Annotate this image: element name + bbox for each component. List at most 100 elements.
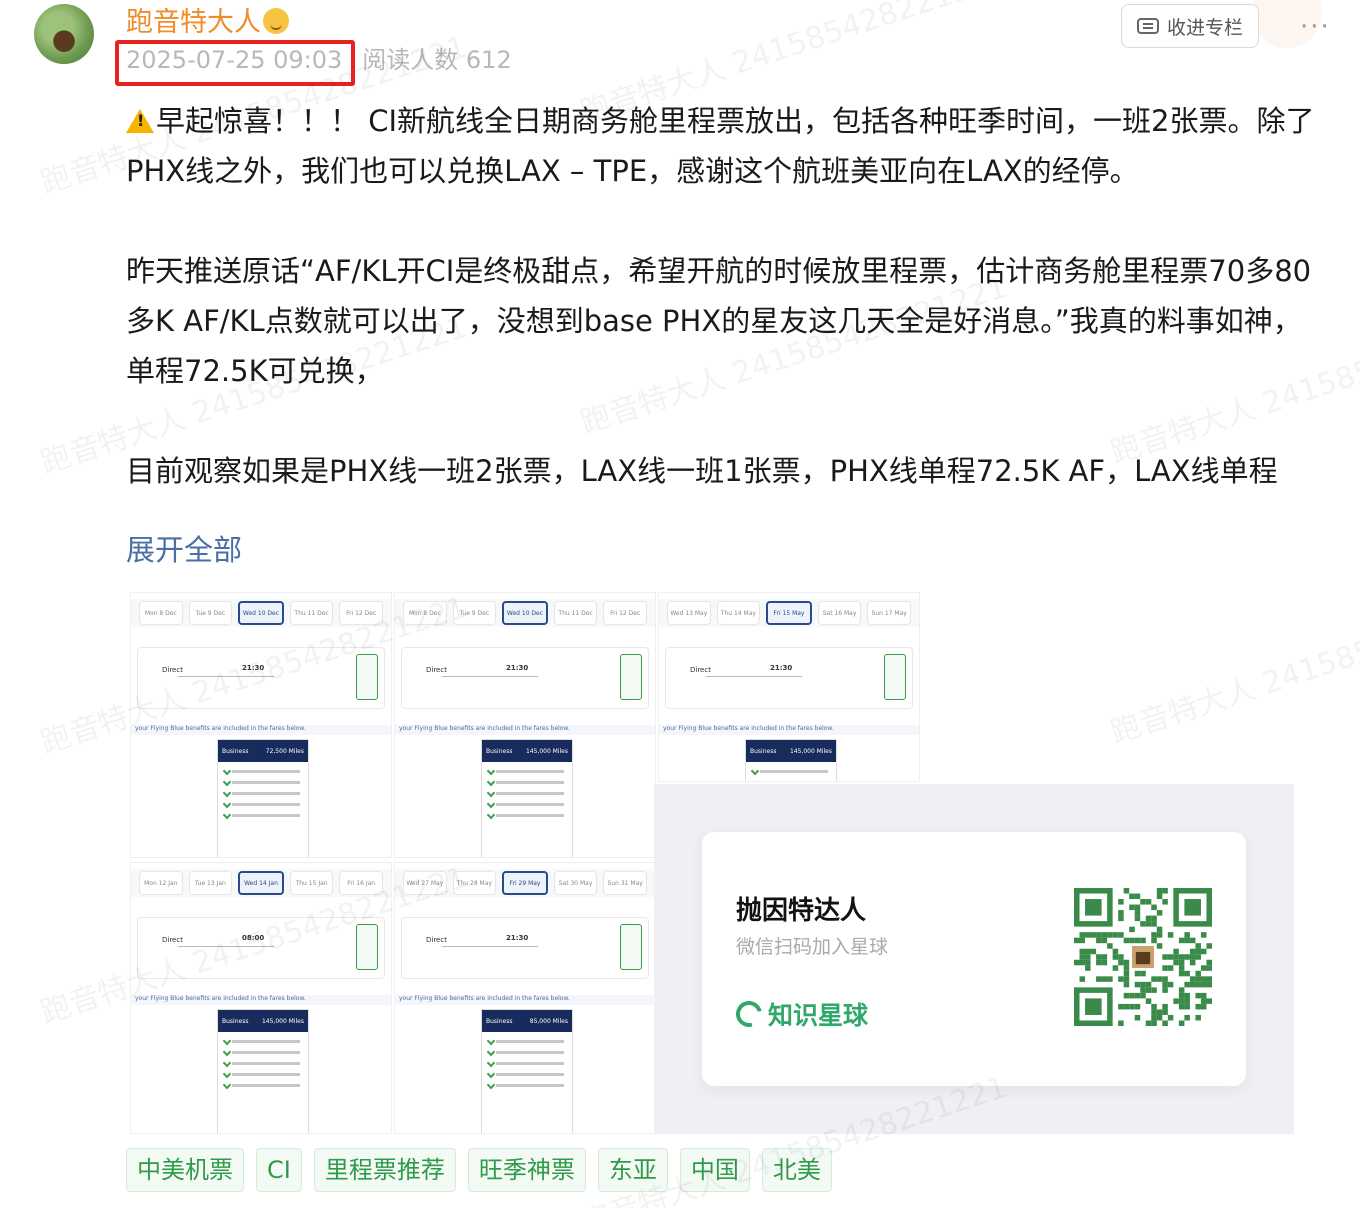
column-icon bbox=[1136, 18, 1159, 34]
fare-box bbox=[620, 654, 642, 700]
qr-card-title: 抛因特达人 bbox=[736, 896, 867, 926]
date-tab: Tue 9 Dec bbox=[452, 601, 497, 625]
date-tabs: Wed 27 May Thu 28 May Fri 29 May Sat 30 May… bbox=[395, 869, 655, 897]
booking-screenshot-1[interactable]: Mon 8 Dec Tue 9 Dec Wed 10 Dec Thu 11 Dec Fr… bbox=[130, 592, 392, 858]
direct-label: Direct bbox=[690, 666, 711, 674]
benefits-note: your Flying Blue benefits are included i… bbox=[131, 725, 391, 735]
included-item bbox=[232, 1084, 300, 1087]
included-item bbox=[496, 1084, 564, 1087]
date-tab: Wed 14 Jan bbox=[238, 871, 284, 895]
paragraph-3: 目前观察如果是PHX线一班2张票，LAX线一班1张票，PHX线单程72.5K A… bbox=[126, 454, 1278, 488]
topic-tag[interactable]: 里程票推荐 bbox=[313, 1148, 456, 1192]
route-line bbox=[706, 676, 802, 677]
arrival-time: 21:30 bbox=[506, 934, 529, 942]
flight-row: Direct 21:30 bbox=[665, 647, 913, 709]
fare-card-header: Business 72,500 Miles bbox=[218, 740, 308, 762]
route-line bbox=[442, 676, 538, 677]
date-tab: Thu 15 Jan bbox=[289, 871, 334, 895]
date-tab: Fri 12 Dec bbox=[339, 601, 383, 625]
booking-screenshot-5[interactable]: Wed 27 May Thu 28 May Fri 29 May Sat 30 May… bbox=[394, 862, 656, 1134]
date-tab: Thu 14 May bbox=[716, 601, 761, 625]
date-tab: Fri 16 Jan bbox=[339, 871, 383, 895]
topic-tag[interactable]: 旺季神票 bbox=[467, 1148, 586, 1192]
date-tab: Mon 8 Dec bbox=[403, 601, 447, 625]
miles-label: 85,000 Miles bbox=[529, 1017, 568, 1025]
topic-tag[interactable]: 东亚 bbox=[597, 1148, 668, 1192]
read-count: 阅读人数 612 bbox=[362, 46, 512, 74]
included-item bbox=[760, 781, 828, 782]
arrival-time: 21:30 bbox=[242, 664, 265, 672]
included-item bbox=[232, 770, 300, 773]
direct-label: Direct bbox=[162, 936, 183, 944]
cabin-label: Business bbox=[222, 747, 249, 755]
warning-icon bbox=[126, 109, 154, 133]
cabin-label: Business bbox=[486, 747, 513, 755]
included-item bbox=[496, 1040, 564, 1043]
avatar[interactable] bbox=[34, 4, 94, 64]
direct-label: Direct bbox=[162, 666, 183, 674]
date-tab: Tue 9 Dec bbox=[188, 601, 233, 625]
booking-screenshot-2[interactable]: Mon 8 Dec Tue 9 Dec Wed 10 Dec Thu 11 Dec Fr… bbox=[394, 592, 656, 858]
fare-box bbox=[620, 924, 642, 970]
date-tab: Fri 15 May bbox=[766, 601, 812, 625]
expand-all-link[interactable]: 展开全部 bbox=[126, 528, 242, 572]
included-item bbox=[232, 1051, 300, 1054]
collect-to-column-button[interactable]: 收进专栏 bbox=[1121, 4, 1259, 48]
qr-code-icon bbox=[1074, 888, 1212, 1026]
more-options-button[interactable]: ··· bbox=[1300, 12, 1331, 42]
direct-label: Direct bbox=[426, 666, 447, 674]
fare-card-header: Business 145,000 Miles bbox=[218, 1010, 308, 1032]
included-item bbox=[760, 770, 828, 773]
flight-row: Direct 21:30 bbox=[401, 917, 649, 979]
fare-card-header: Business 145,000 Miles bbox=[482, 740, 572, 762]
arrival-time: 08:00 bbox=[242, 934, 265, 942]
fare-box bbox=[356, 924, 378, 970]
date-tabs: Mon 8 Dec Tue 9 Dec Wed 10 Dec Thu 11 Dec Fr… bbox=[395, 599, 655, 627]
booking-screenshot-4[interactable]: Mon 12 Jan Tue 13 Jan Wed 14 Jan Thu 15 Jan… bbox=[130, 862, 392, 1134]
included-item bbox=[496, 814, 564, 817]
zsxq-logo: 知识星球 bbox=[731, 996, 868, 1032]
cabin-label: Business bbox=[486, 1017, 513, 1025]
flight-row: Direct 21:30 bbox=[401, 647, 649, 709]
route-line bbox=[178, 676, 274, 677]
date-tabs: Mon 8 Dec Tue 9 Dec Wed 10 Dec Thu 11 Dec Fr… bbox=[131, 599, 391, 627]
qr-image[interactable]: 抛因特达人 微信扫码加入星球 知识星球 bbox=[654, 784, 1294, 1134]
booking-screenshot-3[interactable]: Wed 13 May Thu 14 May Fri 15 May Sat 16 May… bbox=[658, 592, 920, 782]
qr-card-subtitle: 微信扫码加入星球 bbox=[736, 936, 889, 958]
included-item bbox=[496, 1062, 564, 1065]
date-tab: Fri 29 May bbox=[502, 871, 548, 895]
author-name[interactable]: 跑音特大人 bbox=[126, 4, 289, 42]
date-tab: Thu 11 Dec bbox=[289, 601, 334, 625]
route-line bbox=[442, 946, 538, 947]
cabin-label: Business bbox=[750, 747, 777, 755]
date-tab: Sun 17 May bbox=[867, 601, 911, 625]
date-tab: Mon 8 Dec bbox=[139, 601, 183, 625]
topic-tag[interactable]: 中美机票 bbox=[126, 1148, 244, 1192]
benefits-note: your Flying Blue benefits are included i… bbox=[395, 725, 655, 735]
included-item bbox=[232, 814, 300, 817]
miles-label: 72,500 Miles bbox=[265, 747, 304, 755]
date-highlight-box bbox=[115, 40, 355, 86]
arrival-time: 21:30 bbox=[770, 664, 793, 672]
route-line bbox=[178, 946, 274, 947]
benefits-note: your Flying Blue benefits are included i… bbox=[659, 725, 919, 735]
included-item bbox=[232, 792, 300, 795]
date-tabs: Wed 13 May Thu 14 May Fri 15 May Sat 16 May… bbox=[659, 599, 919, 627]
fare-box bbox=[884, 654, 906, 700]
miles-label: 145,000 Miles bbox=[261, 1017, 304, 1025]
post-content: 早起惊喜！！！ CI新航线全日期商务舱里程票放出，包括各种旺季时间，一班2张票。… bbox=[126, 96, 1326, 496]
topic-tag[interactable]: CI bbox=[256, 1148, 302, 1192]
benefits-note: your Flying Blue benefits are included i… bbox=[131, 995, 391, 1005]
included-item bbox=[232, 1040, 300, 1043]
date-tab: Wed 10 Dec bbox=[238, 601, 284, 625]
included-item bbox=[496, 770, 564, 773]
planet-ring-icon bbox=[731, 996, 767, 1032]
topic-tag[interactable]: 北美 bbox=[761, 1148, 832, 1192]
flight-row: Direct 21:30 bbox=[137, 647, 385, 709]
fare-card: Business 145,000 Miles bbox=[481, 739, 573, 857]
date-tab: Fri 12 Dec bbox=[603, 601, 647, 625]
date-tab: Wed 27 May bbox=[403, 871, 447, 895]
direct-label: Direct bbox=[426, 936, 447, 944]
topic-tag[interactable]: 中国 bbox=[679, 1148, 750, 1192]
flight-row: Direct 08:00 bbox=[137, 917, 385, 979]
